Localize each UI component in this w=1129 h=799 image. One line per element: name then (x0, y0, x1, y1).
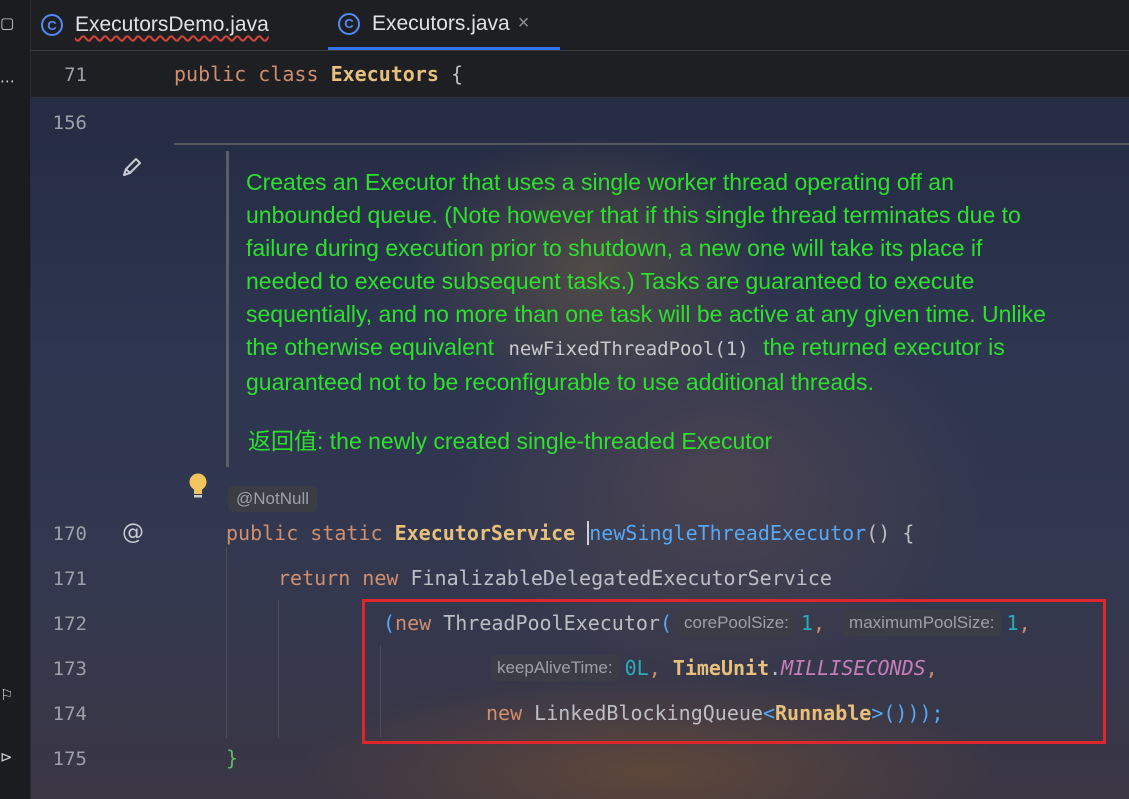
doc-returns: 返回值: the newly created single-threaded E… (248, 428, 773, 454)
doc-line: sequentially, and no more than one task … (246, 301, 1046, 327)
indent-guide (226, 548, 227, 738)
line-number: 174 (52, 703, 87, 725)
line-number: 173 (52, 658, 87, 680)
doc-line: needed to execute subsequent tasks.) Tas… (246, 268, 975, 294)
run-icon[interactable]: ⚐ (0, 686, 18, 704)
doc-line: the otherwise equivalent (246, 334, 495, 360)
code-line-170: public static ExecutorService newSingleT… (226, 521, 915, 545)
sticky-class-declaration: public class Executors { (174, 62, 464, 86)
highlight-box (362, 599, 1106, 744)
tab-executors-demo[interactable]: C ExecutorsDemo.java (41, 0, 269, 50)
editor-tab-bar: C ExecutorsDemo.java C Executors.java × (31, 0, 1129, 51)
tab-label: Executors.java (372, 11, 510, 35)
java-class-run-icon: C (41, 14, 63, 36)
project-icon[interactable]: ▢ (0, 14, 18, 32)
doc-line: the returned executor is (763, 334, 1005, 360)
close-icon[interactable]: × (518, 12, 530, 35)
doc-line: guaranteed not to be reconfigurable to u… (246, 369, 874, 395)
tool-window-strip: ▢ ⋯ ⚐ ⊳ (0, 0, 31, 799)
intention-bulb-icon[interactable] (187, 472, 209, 502)
line-number: 71 (64, 64, 87, 86)
inlay-annotation: @NotNull (228, 486, 317, 512)
more-tools-icon[interactable]: ⋯ (0, 72, 18, 90)
line-number: 175 (52, 748, 87, 770)
doc-line: unbounded queue. (Note however that if t… (246, 202, 1021, 228)
line-number: 170 (52, 523, 87, 545)
line-number: 172 (52, 613, 87, 635)
doc-line: Creates an Executor that uses a single w… (246, 169, 954, 195)
javadoc-text: Creates an Executor that uses a single w… (246, 166, 1129, 399)
line-number: 171 (52, 568, 87, 590)
doc-separator (174, 143, 1129, 145)
indent-guide (278, 600, 279, 738)
line-number: 156 (52, 112, 87, 134)
at-sign-icon[interactable]: @ (120, 520, 146, 546)
code-line-171: return new FinalizableDelegatedExecutorS… (278, 566, 832, 590)
doc-line: failure during execution prior to shutdo… (246, 235, 983, 261)
tab-executors[interactable]: C Executors.java × (328, 0, 560, 50)
text-caret[interactable]: newSingleThreadExecutor (587, 521, 867, 545)
terminal-icon[interactable]: ⊳ (0, 748, 18, 766)
tab-label: ExecutorsDemo.java (75, 13, 269, 36)
edit-doc-icon[interactable] (120, 155, 144, 179)
doc-inline-code[interactable]: newFixedThreadPool(1) (500, 338, 756, 360)
java-class-icon: C (338, 12, 360, 35)
code-line-175: } (226, 746, 239, 770)
